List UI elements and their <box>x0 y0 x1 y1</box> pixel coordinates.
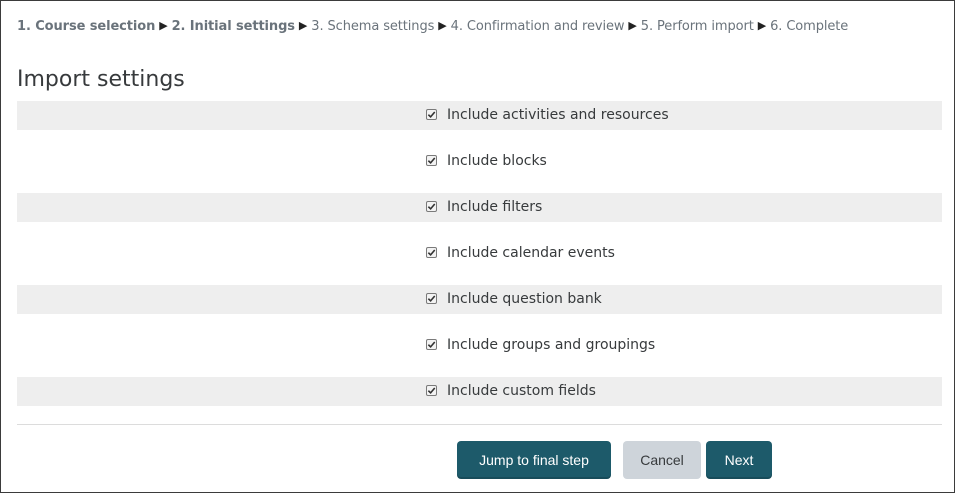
breadcrumb-step-initial-settings: 2. Initial settings <box>171 19 295 34</box>
checkbox-question-bank[interactable] <box>426 293 437 304</box>
setting-label[interactable]: Include activities and resources <box>447 105 669 125</box>
checkbox-groups[interactable] <box>426 339 437 350</box>
breadcrumb-step-complete: 6. Complete <box>770 19 849 34</box>
checkbox-activities[interactable] <box>426 109 437 120</box>
checkbox-filters[interactable] <box>426 201 437 212</box>
setting-row-activities: Include activities and resources <box>17 101 942 130</box>
setting-row-filters: Include filters <box>17 193 942 222</box>
jump-to-final-step-button[interactable]: Jump to final step <box>457 441 611 479</box>
setting-label[interactable]: Include blocks <box>447 151 547 171</box>
setting-label[interactable]: Include question bank <box>447 289 602 309</box>
import-page: 1. Course selection ▶ 2. Initial settings ▶… <box>0 0 955 493</box>
setting-row-groups: Include groups and groupings <box>17 331 942 360</box>
setting-label[interactable]: Include filters <box>447 197 542 217</box>
breadcrumb-step-course-selection: 1. Course selection <box>17 19 156 34</box>
setting-label[interactable]: Include calendar events <box>447 243 615 263</box>
breadcrumb-separator-icon: ▶ <box>438 19 447 32</box>
breadcrumb-separator-icon: ▶ <box>159 19 168 32</box>
import-progress-breadcrumb: 1. Course selection ▶ 2. Initial settings ▶… <box>17 17 848 37</box>
checkmark-icon <box>427 249 436 257</box>
checkmark-icon <box>427 157 436 165</box>
breadcrumb-separator-icon: ▶ <box>757 19 767 32</box>
next-button[interactable]: Next <box>706 441 772 479</box>
checkmark-icon <box>427 387 436 395</box>
breadcrumb-separator-icon: ▶ <box>298 19 308 32</box>
breadcrumb-separator-icon: ▶ <box>628 19 637 32</box>
setting-row-blocks: Include blocks <box>17 147 942 176</box>
cancel-button[interactable]: Cancel <box>623 441 701 479</box>
checkmark-icon <box>427 295 436 303</box>
setting-label[interactable]: Include custom fields <box>447 381 596 401</box>
form-divider <box>17 424 942 425</box>
setting-label[interactable]: Include groups and groupings <box>447 335 655 355</box>
checkmark-icon <box>427 341 436 349</box>
checkmark-icon <box>427 111 436 119</box>
breadcrumb-step-schema-settings: 3. Schema settings <box>311 19 435 34</box>
setting-row-custom-fields: Include custom fields <box>17 377 942 406</box>
import-settings-list: Include activities and resources Include… <box>17 101 942 423</box>
checkbox-calendar-events[interactable] <box>426 247 437 258</box>
breadcrumb-step-perform-import: 5. Perform import <box>640 19 754 34</box>
setting-row-question-bank: Include question bank <box>17 285 942 314</box>
page-title: Import settings <box>17 67 185 92</box>
breadcrumb-step-confirmation-review: 4. Confirmation and review <box>450 19 625 34</box>
checkmark-icon <box>427 203 436 211</box>
setting-row-calendar-events: Include calendar events <box>17 239 942 268</box>
checkbox-custom-fields[interactable] <box>426 385 437 396</box>
checkbox-blocks[interactable] <box>426 155 437 166</box>
